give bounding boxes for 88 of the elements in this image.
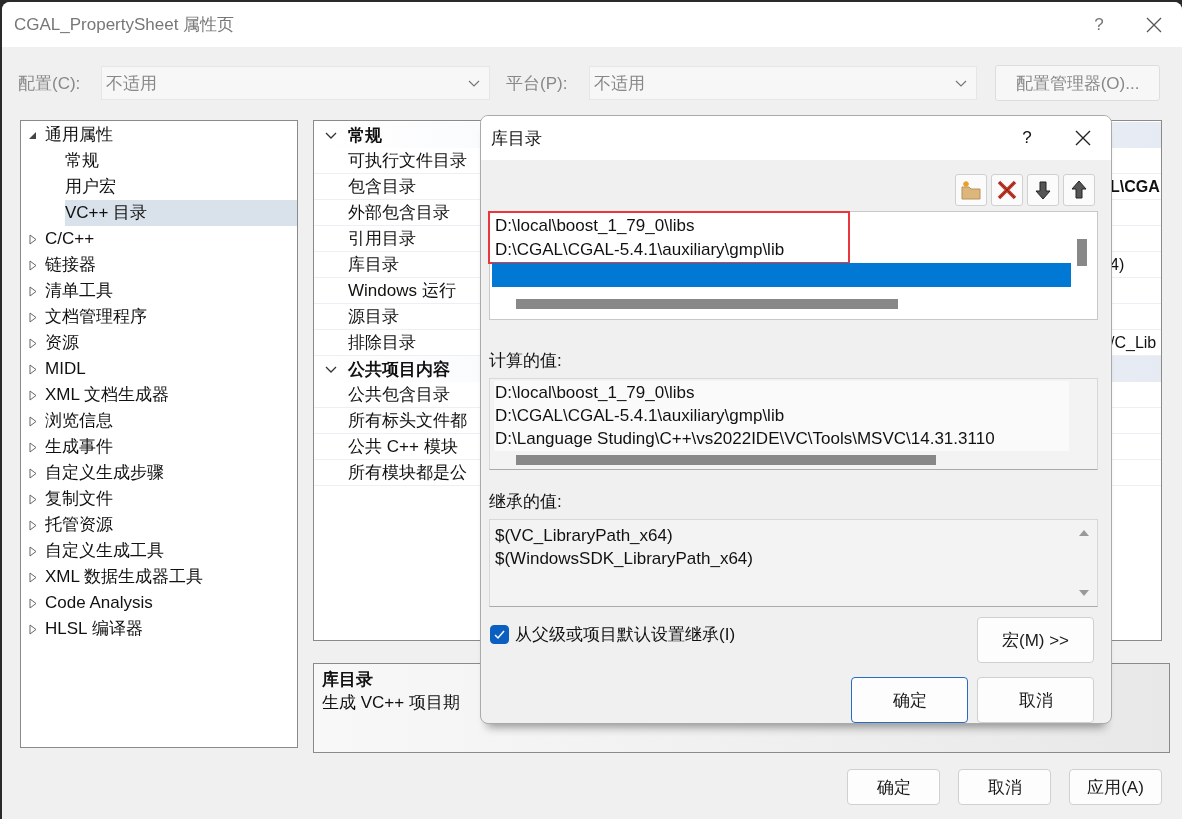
tree-item[interactable]: 自定义生成工具	[45, 538, 297, 564]
path-line: D:\Language Studing\C++\vs2022IDE\VC\Tools\MSVC\14.31.3110	[494, 427, 996, 450]
help-button[interactable]: ?	[1072, 14, 1126, 35]
property-name[interactable]: 排除目录	[348, 333, 416, 352]
collapsed-triangle-icon[interactable]	[28, 285, 38, 297]
checkbox[interactable]	[490, 625, 509, 644]
property-name[interactable]: 公共 C++ 模块	[348, 437, 458, 456]
scrollbar-thumb[interactable]	[516, 299, 898, 310]
tree-item[interactable]: 文档管理程序	[45, 304, 297, 330]
scroll-down-icon	[1078, 589, 1090, 598]
collapsed-triangle-icon[interactable]	[28, 571, 38, 583]
tree-item[interactable]: 常规	[65, 148, 297, 174]
property-name[interactable]: 包含目录	[348, 177, 416, 196]
collapsed-triangle-icon[interactable]	[28, 337, 38, 349]
tree-item[interactable]: Code Analysis	[45, 590, 297, 616]
dialog-button[interactable]: 确定	[851, 677, 968, 723]
category-label: 公共项目内容	[348, 358, 450, 381]
description-text: 生成 VC++ 项目期	[322, 693, 460, 712]
tree-item[interactable]: XML 数据生成器工具	[45, 564, 297, 590]
collapsed-triangle-icon[interactable]	[28, 233, 38, 245]
field-label: 继承的值:	[488, 490, 563, 513]
tree-item[interactable]: 清单工具	[45, 278, 297, 304]
dialog-button[interactable]: 取消	[977, 677, 1094, 723]
collapsed-triangle-icon[interactable]	[28, 259, 38, 271]
tree-item[interactable]: 自定义生成步骤	[45, 460, 297, 486]
field-label: 平台(P):	[506, 72, 569, 95]
collapsed-triangle-icon[interactable]	[28, 597, 38, 609]
selected-empty-row[interactable]	[492, 263, 1071, 288]
tree-item[interactable]: C/C++	[45, 226, 297, 252]
field-label: 计算的值:	[488, 349, 563, 372]
tree-item[interactable]: 生成事件	[45, 434, 297, 460]
delete-button[interactable]	[991, 174, 1023, 207]
collapsed-triangle-icon[interactable]	[28, 441, 38, 453]
description-title: 库目录	[322, 669, 374, 691]
collapsed-triangle-icon[interactable]	[28, 415, 38, 427]
tree-item[interactable]: MIDL	[45, 356, 297, 382]
macro-line: $(WindowsSDK_LibraryPath_x64)	[494, 547, 754, 570]
dialog-button[interactable]: 应用(A)	[1069, 769, 1162, 805]
property-name[interactable]: 库目录	[348, 255, 399, 274]
move-down-button[interactable]	[1027, 174, 1059, 207]
collapsed-triangle-icon[interactable]	[28, 389, 38, 401]
tree-item[interactable]: HLSL 编译器	[45, 616, 297, 642]
dialog-button[interactable]: 确定	[847, 769, 940, 805]
path-line: D:\CGAL\CGAL-5.4.1\auxiliary\gmp\lib	[494, 404, 786, 427]
property-name[interactable]: 所有标头文件都	[348, 411, 467, 430]
collapsed-triangle-icon[interactable]	[28, 363, 38, 375]
move-up-button[interactable]	[1063, 174, 1095, 207]
help-button[interactable]: ?	[999, 128, 1055, 148]
new-folder-icon	[959, 178, 983, 203]
collapsed-triangle-icon[interactable]	[28, 311, 38, 323]
property-name[interactable]: 公共包含目录	[348, 385, 450, 404]
collapsed-triangle-icon[interactable]	[28, 623, 38, 635]
property-name[interactable]: Windows 运行	[348, 281, 456, 300]
scrollbar-thumb[interactable]	[1077, 239, 1087, 267]
list-entry[interactable]: D:\CGAL\CGAL-5.4.1\auxiliary\gmp\lib	[492, 238, 785, 263]
tree-item[interactable]: 托管资源	[45, 512, 297, 538]
window-title: CGAL_PropertySheet 属性页	[14, 14, 236, 36]
scrollbar-thumb[interactable]	[516, 454, 936, 465]
tree-item[interactable]: 复制文件	[45, 486, 297, 512]
property-name[interactable]: 所有模块都是公	[348, 463, 467, 482]
tree-item[interactable]: 链接器	[45, 252, 297, 278]
collapsed-triangle-icon[interactable]	[28, 545, 38, 557]
collapsed-triangle-icon[interactable]	[28, 467, 38, 479]
checkmark-icon	[493, 629, 506, 640]
tree-item[interactable]: XML 文档生成器	[45, 382, 297, 408]
checkbox-label[interactable]: 从父级或项目默认设置继承(I)	[515, 623, 736, 646]
property-name[interactable]: 源目录	[348, 307, 399, 326]
close-icon[interactable]	[1074, 129, 1092, 147]
collapsed-triangle-icon[interactable]	[28, 493, 38, 505]
close-icon[interactable]	[1145, 15, 1163, 34]
property-name[interactable]: 外部包含目录	[348, 203, 450, 222]
property-value: /C_Lib	[1110, 334, 1157, 351]
macro-line: $(VC_LibraryPath_x64)	[494, 524, 674, 547]
tree-item[interactable]: 资源	[45, 330, 297, 356]
dialog-title: 库目录	[491, 127, 543, 150]
tree-item[interactable]: VC++ 目录	[65, 200, 297, 226]
macro-button[interactable]: 宏(M) >>	[977, 617, 1094, 663]
list-entry[interactable]: D:\local\boost_1_79_0\libs	[492, 214, 695, 239]
property-name[interactable]: 引用目录	[348, 229, 416, 248]
dialog-button[interactable]: 取消	[958, 769, 1051, 805]
path-line: D:\local\boost_1_79_0\libs	[494, 381, 696, 404]
tree-item[interactable]: 通用属性	[45, 122, 297, 148]
category-label: 常规	[348, 124, 382, 147]
tree-item[interactable]: 用户宏	[65, 174, 297, 200]
collapsed-triangle-icon[interactable]	[28, 519, 38, 531]
tree-item[interactable]: 浏览信息	[45, 408, 297, 434]
field-label: 配置(C):	[18, 72, 82, 95]
property-name[interactable]: 可执行文件目录	[348, 151, 467, 170]
